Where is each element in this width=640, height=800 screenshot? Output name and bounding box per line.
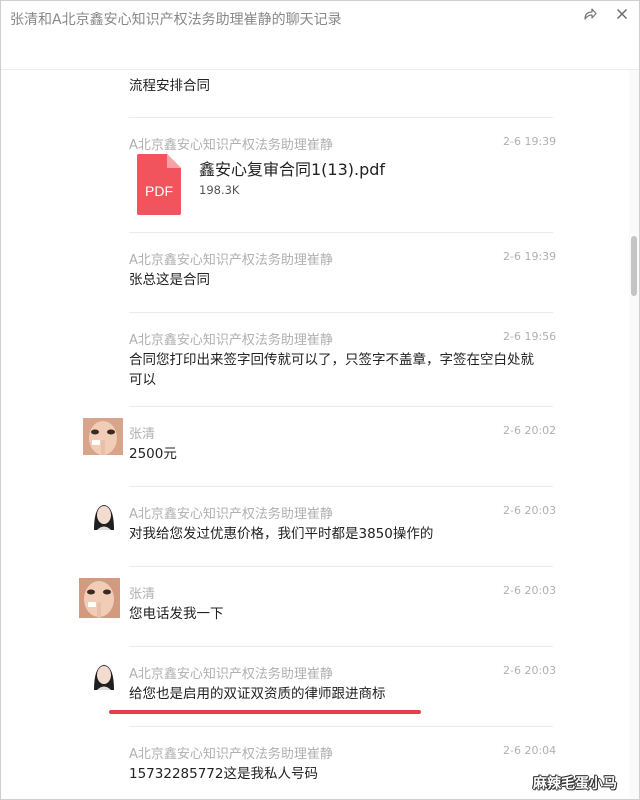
sender-name: A北京鑫安心知识产权法务助理崔静 xyxy=(129,747,333,762)
message-time: 2-6 20:04 xyxy=(503,744,557,757)
message-item: 张清 2-6 20:03 您电话发我一下 xyxy=(1,566,627,646)
message-item: A北京鑫安心知识产权法务助理崔静 2-6 20:03 给您也是启用的双证双资质的… xyxy=(1,646,627,726)
message-divider xyxy=(129,726,553,727)
sender-name: A北京鑫安心知识产权法务助理崔静 xyxy=(129,138,333,153)
sender-name: A北京鑫安心知识产权法务助理崔静 xyxy=(129,253,333,268)
message-item: A北京鑫安心知识产权法务助理崔静 2-6 19:39 PDF 鑫安心复审合同1(… xyxy=(1,117,627,232)
share-icon[interactable] xyxy=(581,5,599,23)
scrollbar-thumb[interactable] xyxy=(631,236,637,296)
message-divider xyxy=(129,486,553,487)
message-time: 2-6 19:39 xyxy=(503,250,557,263)
message-item: A北京鑫安心知识产权法务助理崔静 2-6 20:03 对我给您发过优惠价格，我们… xyxy=(1,486,627,566)
message-text: 15732285772这是我私人号码 xyxy=(129,766,318,782)
message-text: 给您也是启用的双证双资质的律师跟进商标 xyxy=(129,686,386,702)
message-text: 2500元 xyxy=(129,446,177,462)
message-time: 2-6 20:03 xyxy=(503,664,557,677)
message-text: 对我给您发过优惠价格，我们平时都是3850操作的 xyxy=(129,526,434,542)
message-item: 流程安排合同 xyxy=(1,70,627,117)
message-divider xyxy=(129,566,553,567)
highlight-underline xyxy=(109,710,421,714)
window-title: 张清和A北京鑫安心知识产权法务助理崔静的聊天记录 xyxy=(10,12,342,28)
title-bar: 张清和A北京鑫安心知识产权法务助理崔静的聊天记录 xyxy=(1,1,639,70)
message-text: 张总这是合同 xyxy=(129,272,210,288)
avatar[interactable] xyxy=(89,660,119,690)
message-divider xyxy=(129,232,553,233)
sender-name: 张清 xyxy=(129,427,156,442)
message-time: 2-6 19:39 xyxy=(503,135,557,148)
message-text: 合同您打印出来签字回传就可以了，只签字不盖章，字签在空白处就可以 xyxy=(129,352,534,388)
file-size: 198.3K xyxy=(199,183,240,197)
sender-name: A北京鑫安心知识产权法务助理崔静 xyxy=(129,333,333,348)
pdf-file-icon[interactable]: PDF xyxy=(137,154,181,215)
pdf-badge-text: PDF xyxy=(145,183,173,199)
avatar[interactable] xyxy=(89,500,119,530)
message-divider xyxy=(129,646,553,647)
message-time: 2-6 19:56 xyxy=(503,330,557,343)
message-item: A北京鑫安心知识产权法务助理崔静 2-6 19:56 合同您打印出来签字回传就可… xyxy=(1,312,627,406)
avatar[interactable] xyxy=(79,578,120,618)
sender-name: A北京鑫安心知识产权法务助理崔静 xyxy=(129,667,333,682)
message-divider xyxy=(129,406,553,407)
message-time: 2-6 20:03 xyxy=(503,584,557,597)
message-item: A北京鑫安心知识产权法务助理崔静 2-6 19:39 张总这是合同 xyxy=(1,232,627,312)
close-icon[interactable] xyxy=(613,5,631,23)
message-time: 2-6 20:02 xyxy=(503,424,557,437)
message-text: 流程安排合同 xyxy=(129,78,210,94)
chat-history-window: 张清和A北京鑫安心知识产权法务助理崔静的聊天记录 流程安排合同 A北京鑫安心知识… xyxy=(0,0,640,800)
scrollbar[interactable] xyxy=(629,70,639,799)
message-list[interactable]: 流程安排合同 A北京鑫安心知识产权法务助理崔静 2-6 19:39 PDF 鑫安… xyxy=(1,70,627,799)
sender-name: A北京鑫安心知识产权法务助理崔静 xyxy=(129,507,333,522)
avatar[interactable] xyxy=(83,418,123,455)
watermark: 麻辣毛蛋小马 xyxy=(533,776,617,792)
message-time: 2-6 20:03 xyxy=(503,504,557,517)
message-item: 张清 2-6 20:02 2500元 xyxy=(1,406,627,486)
message-divider xyxy=(129,117,553,118)
file-name[interactable]: 鑫安心复审合同1(13).pdf xyxy=(199,156,385,180)
message-text: 您电话发我一下 xyxy=(129,606,224,622)
sender-name: 张清 xyxy=(129,587,156,602)
message-divider xyxy=(129,312,553,313)
